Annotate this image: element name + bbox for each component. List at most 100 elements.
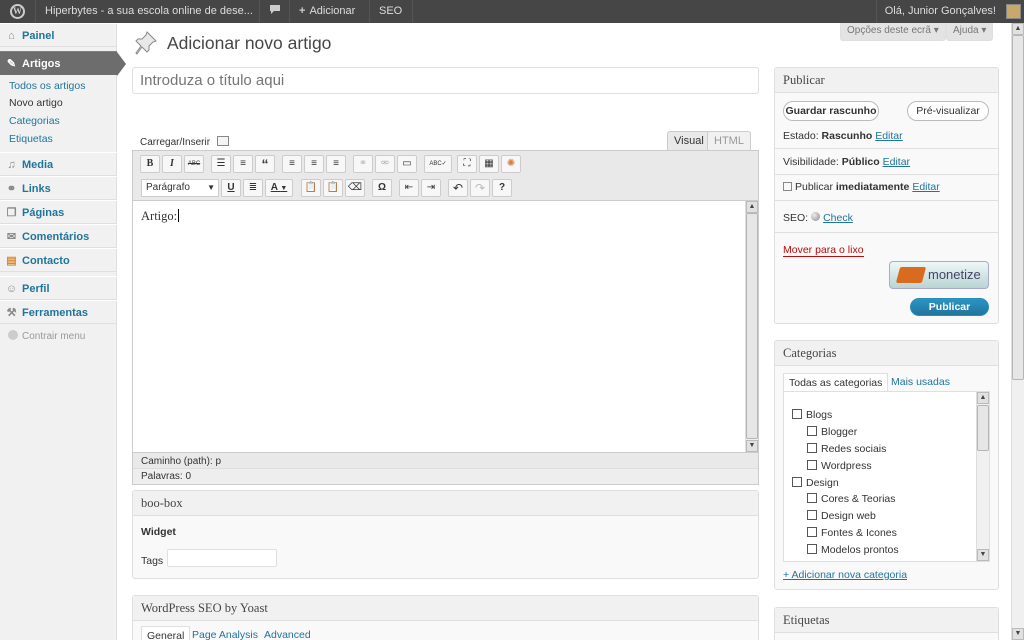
menu-item-perfil[interactable]: ☺ Perfil (0, 276, 117, 300)
paste-text-button[interactable]: 📋 (301, 179, 321, 197)
submenu-novo-artigo[interactable]: Novo artigo (9, 97, 63, 109)
menu-item-ferramentas[interactable]: ⚒ Ferramentas (0, 300, 117, 324)
tab-advanced[interactable]: Advanced (259, 626, 316, 640)
preview-button[interactable]: Pré-visualizar (907, 101, 989, 121)
category-item[interactable]: Redes sociais (807, 443, 886, 455)
category-checkbox[interactable] (807, 510, 817, 520)
screen-options-button[interactable]: Opções deste ecrã ▾ (840, 23, 946, 41)
tab-page-analysis[interactable]: Page Analysis (187, 626, 263, 640)
category-item[interactable]: Fontes & Icones (807, 527, 897, 539)
tab-all-categories[interactable]: Todas as categorias (783, 373, 889, 393)
category-item[interactable]: Blogs (792, 409, 832, 421)
scroll-up-icon[interactable]: ▲ (1012, 23, 1024, 35)
scroll-down-icon[interactable]: ▼ (977, 549, 989, 561)
help-button[interactable]: Ajuda ▾ (946, 23, 994, 41)
spellcheck-button[interactable]: ABC✓ (424, 155, 452, 173)
category-checkbox[interactable] (807, 527, 817, 537)
post-title-input[interactable] (132, 67, 759, 94)
category-checkbox[interactable] (807, 443, 817, 453)
indent-button[interactable]: ⇥ (421, 179, 441, 197)
menu-item-artigos[interactable]: ✎ Artigos (0, 51, 126, 76)
special-char-button[interactable]: Ω (372, 179, 392, 197)
format-select[interactable]: Parágrafo ▼ (141, 179, 219, 197)
collapse-menu-button[interactable]: Contrair menu (8, 330, 85, 342)
tab-html[interactable]: HTML (707, 131, 751, 151)
submenu-etiquetas[interactable]: Etiquetas (9, 133, 53, 145)
category-scrollbar[interactable]: ▲ ▼ (976, 392, 989, 561)
boo-box-title[interactable]: boo-box (133, 491, 758, 516)
unlink-button[interactable]: ⚮ (375, 155, 395, 173)
move-to-trash-link[interactable]: Mover para o lixo (783, 244, 864, 257)
insert-link-button[interactable]: ⚭ (353, 155, 373, 173)
site-name-link[interactable]: Hiperbytes - a sua escola online de dese… (37, 0, 260, 23)
strikethrough-button[interactable]: ABC (184, 155, 204, 173)
category-item[interactable]: Modelos prontos (807, 544, 899, 556)
editor-scrollbar[interactable]: ▲ ▼ (745, 201, 758, 452)
comments-link[interactable] (260, 0, 290, 23)
publish-button[interactable]: Publicar (910, 298, 989, 316)
kitchen-sink-button[interactable]: ▦ (479, 155, 499, 173)
category-checkbox[interactable] (807, 493, 817, 503)
blockquote-button[interactable]: “ (255, 155, 275, 173)
category-item[interactable]: Blogger (807, 426, 857, 438)
justify-button[interactable]: ≣ (243, 179, 263, 197)
more-tag-button[interactable]: ▭ (397, 155, 417, 173)
menu-item-media[interactable]: ♫ Media (0, 152, 117, 176)
undo-button[interactable]: ↶ (448, 179, 468, 197)
italic-button[interactable]: I (162, 155, 182, 173)
scroll-thumb[interactable] (1012, 35, 1024, 380)
bold-button[interactable]: B (140, 155, 160, 173)
plugin-button[interactable]: ✺ (501, 155, 521, 173)
align-center-button[interactable]: ≡ (304, 155, 324, 173)
category-item[interactable]: Design web (807, 510, 876, 522)
category-checkbox[interactable] (792, 477, 802, 487)
window-scrollbar[interactable]: ▲ ▼ (1011, 23, 1024, 640)
submenu-todos-os-artigos[interactable]: Todos os artigos (9, 80, 85, 92)
edit-schedule-link[interactable]: Editar (912, 181, 939, 193)
align-left-button[interactable]: ≡ (282, 155, 302, 173)
scroll-thumb[interactable] (977, 405, 989, 451)
help-button[interactable]: ? (492, 179, 512, 197)
add-new-menu[interactable]: + Adicionar (291, 0, 370, 23)
wordpress-logo-icon[interactable]: W (0, 0, 36, 23)
category-item[interactable]: Wordpress (807, 460, 872, 472)
add-media-icon[interactable] (216, 136, 229, 146)
menu-item-contacto[interactable]: ▤ Contacto (0, 248, 117, 272)
wordpress-seo-title[interactable]: WordPress SEO by Yoast (133, 596, 758, 621)
numbered-list-button[interactable]: ≡ (233, 155, 253, 173)
monetize-button[interactable]: monetize (889, 261, 989, 289)
category-item[interactable]: Cores & Teorias (807, 493, 896, 505)
fullscreen-button[interactable]: ⛶ (457, 155, 477, 173)
menu-item-painel[interactable]: ⌂ Painel (0, 23, 117, 47)
account-menu[interactable]: Olá, Junior Gonçalves! (875, 0, 1004, 23)
edit-status-link[interactable]: Editar (875, 130, 902, 142)
outdent-button[interactable]: ⇤ (399, 179, 419, 197)
tab-general[interactable]: General (141, 626, 191, 640)
tab-most-used[interactable]: Mais usadas (886, 373, 955, 391)
menu-item-paginas[interactable]: ❐ Páginas (0, 200, 117, 224)
tags-input[interactable] (167, 549, 277, 567)
category-checkbox[interactable] (807, 460, 817, 470)
scroll-up-icon[interactable]: ▲ (746, 201, 758, 213)
avatar[interactable] (1006, 4, 1021, 19)
scroll-up-icon[interactable]: ▲ (977, 392, 989, 404)
category-checkbox[interactable] (792, 409, 802, 419)
align-right-button[interactable]: ≡ (326, 155, 346, 173)
categories-title[interactable]: Categorias (775, 341, 998, 366)
seo-check-link[interactable]: Check (823, 212, 853, 224)
add-new-category-link[interactable]: + Adicionar nova categoria (783, 569, 907, 581)
editor-content-area[interactable]: Artigo: ▲ ▼ (133, 200, 758, 453)
tab-visual[interactable]: Visual (667, 131, 711, 151)
scroll-thumb[interactable] (746, 213, 758, 439)
category-item[interactable]: Design (792, 477, 839, 489)
publish-title[interactable]: Publicar (775, 68, 998, 93)
menu-item-comentarios[interactable]: ✉ Comentários (0, 224, 117, 248)
submenu-categorias[interactable]: Categorias (9, 115, 60, 127)
paste-word-button[interactable]: 📋 (323, 179, 343, 197)
tags-title[interactable]: Etiquetas (775, 608, 998, 633)
clear-format-button[interactable]: ⌫ (345, 179, 365, 197)
underline-button[interactable]: U (221, 179, 241, 197)
category-checkbox[interactable] (807, 426, 817, 436)
category-checkbox[interactable] (807, 544, 817, 554)
menu-item-links[interactable]: ⚭ Links (0, 176, 117, 200)
